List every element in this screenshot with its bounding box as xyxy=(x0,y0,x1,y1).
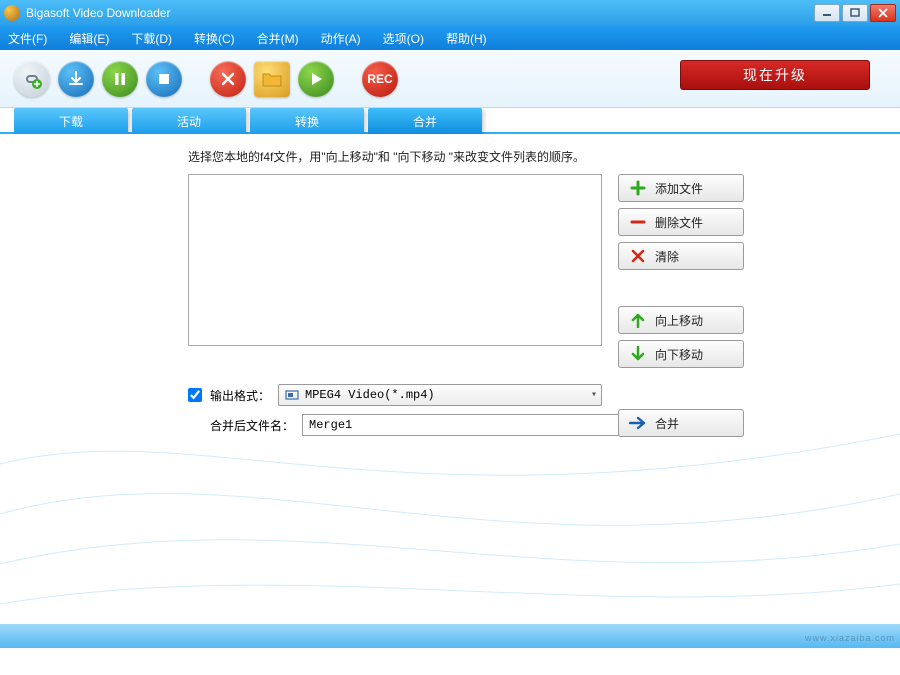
merge-button[interactable]: 合并 xyxy=(618,409,744,437)
stop-button[interactable] xyxy=(146,61,182,97)
delete-button[interactable] xyxy=(210,61,246,97)
menu-options[interactable]: 选项(O) xyxy=(383,30,424,47)
move-up-label: 向上移动 xyxy=(655,312,703,329)
upgrade-button[interactable]: 现在升级 xyxy=(680,60,870,90)
merge-button-area: 合并 xyxy=(618,409,744,437)
filename-label: 合并后文件名： xyxy=(210,417,294,434)
arrow-down-icon xyxy=(629,345,647,363)
stop-icon xyxy=(157,72,171,86)
tab-merge[interactable]: 合并 xyxy=(368,108,482,134)
clear-x-icon xyxy=(629,247,647,265)
titlebar: Bigasoft Video Downloader xyxy=(0,0,900,26)
instruction-text: 选择您本地的f4f文件，用"向上移动"和 "向下移动 "来改变文件列表的顺序。 xyxy=(188,148,880,165)
menubar: 文件(F) 编辑(E) 下载(D) 转换(C) 合并(M) 动作(A) 选项(O… xyxy=(0,26,900,50)
add-file-label: 添加文件 xyxy=(655,180,703,197)
menu-file[interactable]: 文件(F) xyxy=(8,30,47,47)
menu-help[interactable]: 帮助(H) xyxy=(446,30,487,47)
download-button[interactable] xyxy=(58,61,94,97)
minus-icon xyxy=(629,213,647,231)
x-icon xyxy=(221,72,235,86)
tab-activity[interactable]: 活动 xyxy=(132,108,246,134)
tab-row: 下载 活动 转换 合并 xyxy=(0,108,900,134)
video-format-icon xyxy=(285,388,299,402)
merge-panel: 选择您本地的f4f文件，用"向上移动"和 "向下移动 "来改变文件列表的顺序。 … xyxy=(0,134,900,648)
add-url-button[interactable] xyxy=(14,61,50,97)
output-format-row: 输出格式： MPEG4 Video(*.mp4) ▾ xyxy=(188,384,602,406)
minimize-icon xyxy=(822,8,832,18)
status-bar xyxy=(0,624,900,648)
window-title: Bigasoft Video Downloader xyxy=(26,6,814,20)
watermark: www.xiazaiba.com xyxy=(805,633,895,643)
window-controls xyxy=(814,4,896,22)
tab-convert[interactable]: 转换 xyxy=(250,108,364,134)
file-list[interactable] xyxy=(188,174,602,346)
close-button[interactable] xyxy=(870,4,896,22)
record-button[interactable]: REC xyxy=(362,61,398,97)
background-decoration xyxy=(0,404,900,624)
maximize-button[interactable] xyxy=(842,4,868,22)
output-format-label: 输出格式： xyxy=(210,387,270,404)
clear-label: 清除 xyxy=(655,248,679,265)
minimize-button[interactable] xyxy=(814,4,840,22)
delete-file-button[interactable]: 删除文件 xyxy=(618,208,744,236)
rec-label: REC xyxy=(367,72,392,86)
open-folder-button[interactable] xyxy=(254,61,290,97)
close-icon xyxy=(878,8,888,18)
output-format-value: MPEG4 Video(*.mp4) xyxy=(305,388,435,402)
merge-arrow-icon xyxy=(629,414,647,432)
output-format-checkbox[interactable] xyxy=(188,388,202,402)
plus-icon xyxy=(629,179,647,197)
play-button[interactable] xyxy=(298,61,334,97)
menu-merge[interactable]: 合并(M) xyxy=(257,30,299,47)
download-icon xyxy=(67,70,85,88)
tab-download[interactable]: 下载 xyxy=(14,108,128,134)
move-down-label: 向下移动 xyxy=(655,346,703,363)
pause-icon xyxy=(113,72,127,86)
filename-input[interactable] xyxy=(302,414,626,436)
add-file-button[interactable]: 添加文件 xyxy=(618,174,744,202)
move-up-button[interactable]: 向上移动 xyxy=(618,306,744,334)
menu-action[interactable]: 动作(A) xyxy=(321,30,361,47)
clear-button[interactable]: 清除 xyxy=(618,242,744,270)
move-down-button[interactable]: 向下移动 xyxy=(618,340,744,368)
maximize-icon xyxy=(850,8,860,18)
link-icon xyxy=(22,69,42,89)
dropdown-icon: ▾ xyxy=(591,389,597,401)
menu-convert[interactable]: 转换(C) xyxy=(194,30,235,47)
delete-file-label: 删除文件 xyxy=(655,214,703,231)
pause-button[interactable] xyxy=(102,61,138,97)
toolbar: REC 现在升级 xyxy=(0,50,900,108)
folder-icon xyxy=(262,71,282,87)
play-icon xyxy=(309,72,323,86)
app-icon xyxy=(4,5,20,21)
side-buttons: 添加文件 删除文件 清除 向上移动 向下移动 xyxy=(618,174,744,368)
filename-row: 合并后文件名： xyxy=(188,414,626,436)
arrow-up-icon xyxy=(629,311,647,329)
merge-label: 合并 xyxy=(655,415,679,432)
output-format-combo[interactable]: MPEG4 Video(*.mp4) ▾ xyxy=(278,384,602,406)
menu-download[interactable]: 下载(D) xyxy=(131,30,172,47)
menu-edit[interactable]: 编辑(E) xyxy=(69,30,109,47)
